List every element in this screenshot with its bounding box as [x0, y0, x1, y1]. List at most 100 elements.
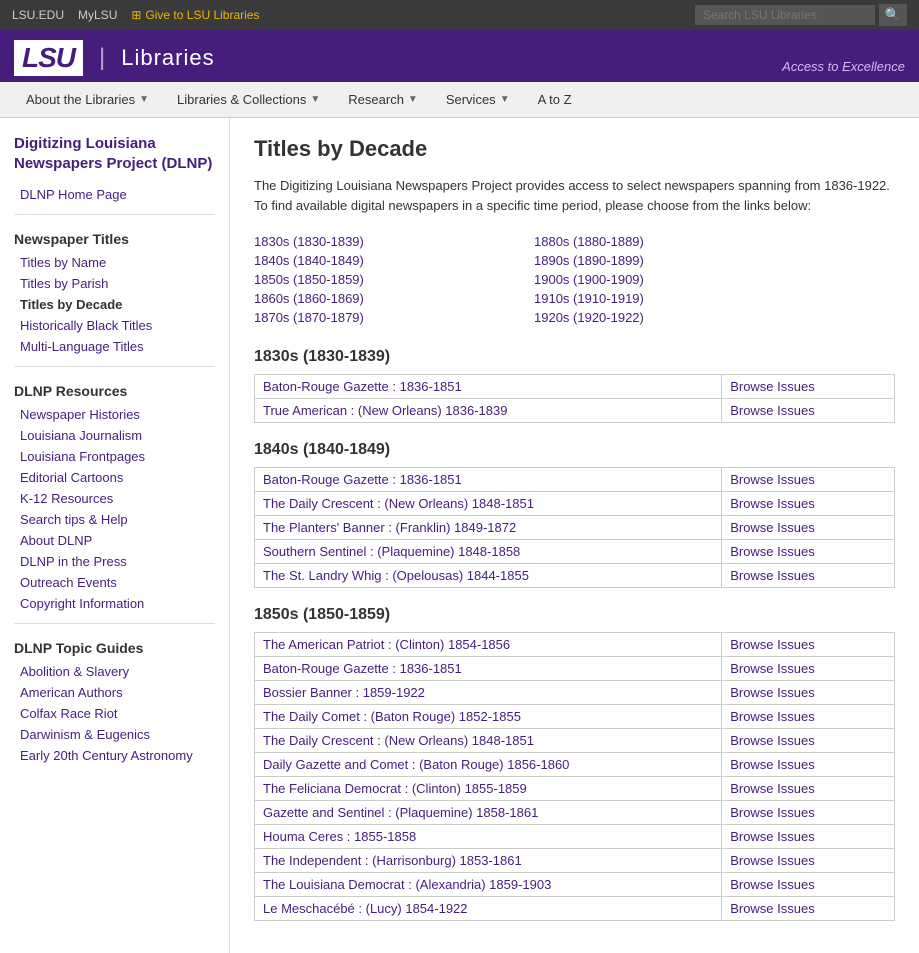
- browse-issues-link[interactable]: Browse Issues: [730, 637, 815, 652]
- table-row: Le Meschacébé : (Lucy) 1854-1922 Browse …: [255, 897, 895, 921]
- table-row: Baton-Rouge Gazette : 1836-1851 Browse I…: [255, 468, 895, 492]
- decade-link-1890s[interactable]: 1890s (1890-1899): [534, 252, 774, 269]
- sidebar-abolition-slavery[interactable]: Abolition & Slavery: [14, 662, 215, 681]
- newspaper-link[interactable]: The Independent : (Harrisonburg) 1853-18…: [263, 853, 522, 868]
- page-title: Titles by Decade: [254, 136, 895, 162]
- browse-issues-link[interactable]: Browse Issues: [730, 805, 815, 820]
- sidebar-titles-by-parish[interactable]: Titles by Parish: [14, 274, 215, 293]
- search-button[interactable]: 🔍: [879, 4, 907, 26]
- table-row: The Daily Comet : (Baton Rouge) 1852-185…: [255, 705, 895, 729]
- decade-link-1860s[interactable]: 1860s (1860-1869): [254, 290, 494, 307]
- browse-issues-link[interactable]: Browse Issues: [730, 379, 815, 394]
- sidebar-darwinism-eugenics[interactable]: Darwinism & Eugenics: [14, 725, 215, 744]
- sidebar-louisiana-journalism[interactable]: Louisiana Journalism: [14, 426, 215, 445]
- main-layout: Digitizing Louisiana Newspapers Project …: [0, 118, 919, 953]
- give-link[interactable]: ⊞ Give to LSU Libraries: [131, 8, 259, 22]
- sidebar-k12-resources[interactable]: K-12 Resources: [14, 489, 215, 508]
- sidebar-titles-by-name[interactable]: Titles by Name: [14, 253, 215, 272]
- table-row: The St. Landry Whig : (Opelousas) 1844-1…: [255, 564, 895, 588]
- sidebar-early-astronomy[interactable]: Early 20th Century Astronomy: [14, 746, 215, 765]
- nav-services-arrow: ▼: [500, 94, 510, 105]
- decade-link-1910s[interactable]: 1910s (1910-1919): [534, 290, 774, 307]
- nav-about[interactable]: About the Libraries ▼: [12, 82, 163, 117]
- browse-issues-link[interactable]: Browse Issues: [730, 544, 815, 559]
- nav-libraries-label: Libraries & Collections: [177, 92, 306, 107]
- browse-issues-link[interactable]: Browse Issues: [730, 733, 815, 748]
- mylsu-link[interactable]: MyLSU: [78, 8, 117, 22]
- browse-issues-link[interactable]: Browse Issues: [730, 781, 815, 796]
- newspaper-link[interactable]: Houma Ceres : 1855-1858: [263, 829, 416, 844]
- newspaper-link[interactable]: The Daily Crescent : (New Orleans) 1848-…: [263, 496, 534, 511]
- browse-issues-link[interactable]: Browse Issues: [730, 829, 815, 844]
- sidebar-dlnp-home[interactable]: DLNP Home Page: [14, 185, 215, 204]
- nav-atoz[interactable]: A to Z: [524, 82, 586, 117]
- decade-link-1870s[interactable]: 1870s (1870-1879): [254, 309, 494, 326]
- table-row: Gazette and Sentinel : (Plaquemine) 1858…: [255, 801, 895, 825]
- newspaper-link[interactable]: Daily Gazette and Comet : (Baton Rouge) …: [263, 757, 569, 772]
- browse-issues-link[interactable]: Browse Issues: [730, 877, 815, 892]
- newspaper-link[interactable]: True American : (New Orleans) 1836-1839: [263, 403, 507, 418]
- sidebar: Digitizing Louisiana Newspapers Project …: [0, 118, 230, 953]
- sidebar-editorial-cartoons[interactable]: Editorial Cartoons: [14, 468, 215, 487]
- content-area: Titles by Decade The Digitizing Louisian…: [230, 118, 919, 953]
- sidebar-colfax-race-riot[interactable]: Colfax Race Riot: [14, 704, 215, 723]
- decade-link-1850s[interactable]: 1850s (1850-1859): [254, 271, 494, 288]
- newspaper-link[interactable]: Baton-Rouge Gazette : 1836-1851: [263, 379, 462, 394]
- nav-atoz-label: A to Z: [538, 92, 572, 107]
- nav-services[interactable]: Services ▼: [432, 82, 524, 117]
- decade-link-1830s[interactable]: 1830s (1830-1839): [254, 233, 494, 250]
- newspaper-link[interactable]: The Feliciana Democrat : (Clinton) 1855-…: [263, 781, 527, 796]
- newspaper-link[interactable]: Bossier Banner : 1859-1922: [263, 685, 425, 700]
- decade-link-1880s[interactable]: 1880s (1880-1889): [534, 233, 774, 250]
- browse-issues-link[interactable]: Browse Issues: [730, 520, 815, 535]
- sidebar-dlnp-press[interactable]: DLNP in the Press: [14, 552, 215, 571]
- decade-link-1920s[interactable]: 1920s (1920-1922): [534, 309, 774, 326]
- browse-issues-link[interactable]: Browse Issues: [730, 901, 815, 916]
- browse-issues-link[interactable]: Browse Issues: [730, 472, 815, 487]
- browse-issues-link[interactable]: Browse Issues: [730, 496, 815, 511]
- nav-bar: About the Libraries ▼ Libraries & Collec…: [0, 82, 919, 118]
- top-bar: LSU.EDU MyLSU ⊞ Give to LSU Libraries 🔍: [0, 0, 919, 30]
- browse-issues-link[interactable]: Browse Issues: [730, 709, 815, 724]
- table-row: The Independent : (Harrisonburg) 1853-18…: [255, 849, 895, 873]
- nav-libraries[interactable]: Libraries & Collections ▼: [163, 82, 334, 117]
- newspaper-link[interactable]: The American Patriot : (Clinton) 1854-18…: [263, 637, 510, 652]
- sidebar-titles-by-decade[interactable]: Titles by Decade: [14, 295, 215, 314]
- browse-issues-link[interactable]: Browse Issues: [730, 853, 815, 868]
- browse-issues-link[interactable]: Browse Issues: [730, 757, 815, 772]
- search-input[interactable]: [695, 5, 875, 25]
- sidebar-copyright[interactable]: Copyright Information: [14, 594, 215, 613]
- sidebar-about-dlnp[interactable]: About DLNP: [14, 531, 215, 550]
- newspaper-link[interactable]: The Daily Comet : (Baton Rouge) 1852-185…: [263, 709, 521, 724]
- decade-link-1840s[interactable]: 1840s (1840-1849): [254, 252, 494, 269]
- sidebar-multi-language[interactable]: Multi-Language Titles: [14, 337, 215, 356]
- newspaper-link[interactable]: Le Meschacébé : (Lucy) 1854-1922: [263, 901, 468, 916]
- sidebar-historically-black[interactable]: Historically Black Titles: [14, 316, 215, 335]
- browse-issues-link[interactable]: Browse Issues: [730, 568, 815, 583]
- header: LSU | Libraries Access to Excellence: [0, 30, 919, 82]
- sidebar-search-tips[interactable]: Search tips & Help: [14, 510, 215, 529]
- table-row: The Daily Crescent : (New Orleans) 1848-…: [255, 729, 895, 753]
- newspaper-link[interactable]: The St. Landry Whig : (Opelousas) 1844-1…: [263, 568, 529, 583]
- newspaper-table-1830s: Baton-Rouge Gazette : 1836-1851 Browse I…: [254, 374, 895, 423]
- newspaper-link[interactable]: Baton-Rouge Gazette : 1836-1851: [263, 661, 462, 676]
- newspaper-link[interactable]: Baton-Rouge Gazette : 1836-1851: [263, 472, 462, 487]
- sidebar-outreach[interactable]: Outreach Events: [14, 573, 215, 592]
- nav-services-label: Services: [446, 92, 496, 107]
- sidebar-american-authors[interactable]: American Authors: [14, 683, 215, 702]
- newspaper-link[interactable]: Gazette and Sentinel : (Plaquemine) 1858…: [263, 805, 538, 820]
- decade-link-1900s[interactable]: 1900s (1900-1909): [534, 271, 774, 288]
- nav-research[interactable]: Research ▼: [334, 82, 432, 117]
- newspaper-link[interactable]: The Planters' Banner : (Franklin) 1849-1…: [263, 520, 516, 535]
- newspaper-link[interactable]: The Daily Crescent : (New Orleans) 1848-…: [263, 733, 534, 748]
- lsu-edu-link[interactable]: LSU.EDU: [12, 8, 64, 22]
- sidebar-newspaper-histories[interactable]: Newspaper Histories: [14, 405, 215, 424]
- header-tagline: Access to Excellence: [782, 59, 905, 76]
- newspaper-link[interactable]: Southern Sentinel : (Plaquemine) 1848-18…: [263, 544, 520, 559]
- browse-issues-link[interactable]: Browse Issues: [730, 661, 815, 676]
- browse-issues-link[interactable]: Browse Issues: [730, 403, 815, 418]
- header-logo: LSU | Libraries: [14, 40, 215, 76]
- newspaper-link[interactable]: The Louisiana Democrat : (Alexandria) 18…: [263, 877, 551, 892]
- browse-issues-link[interactable]: Browse Issues: [730, 685, 815, 700]
- sidebar-louisiana-frontpages[interactable]: Louisiana Frontpages: [14, 447, 215, 466]
